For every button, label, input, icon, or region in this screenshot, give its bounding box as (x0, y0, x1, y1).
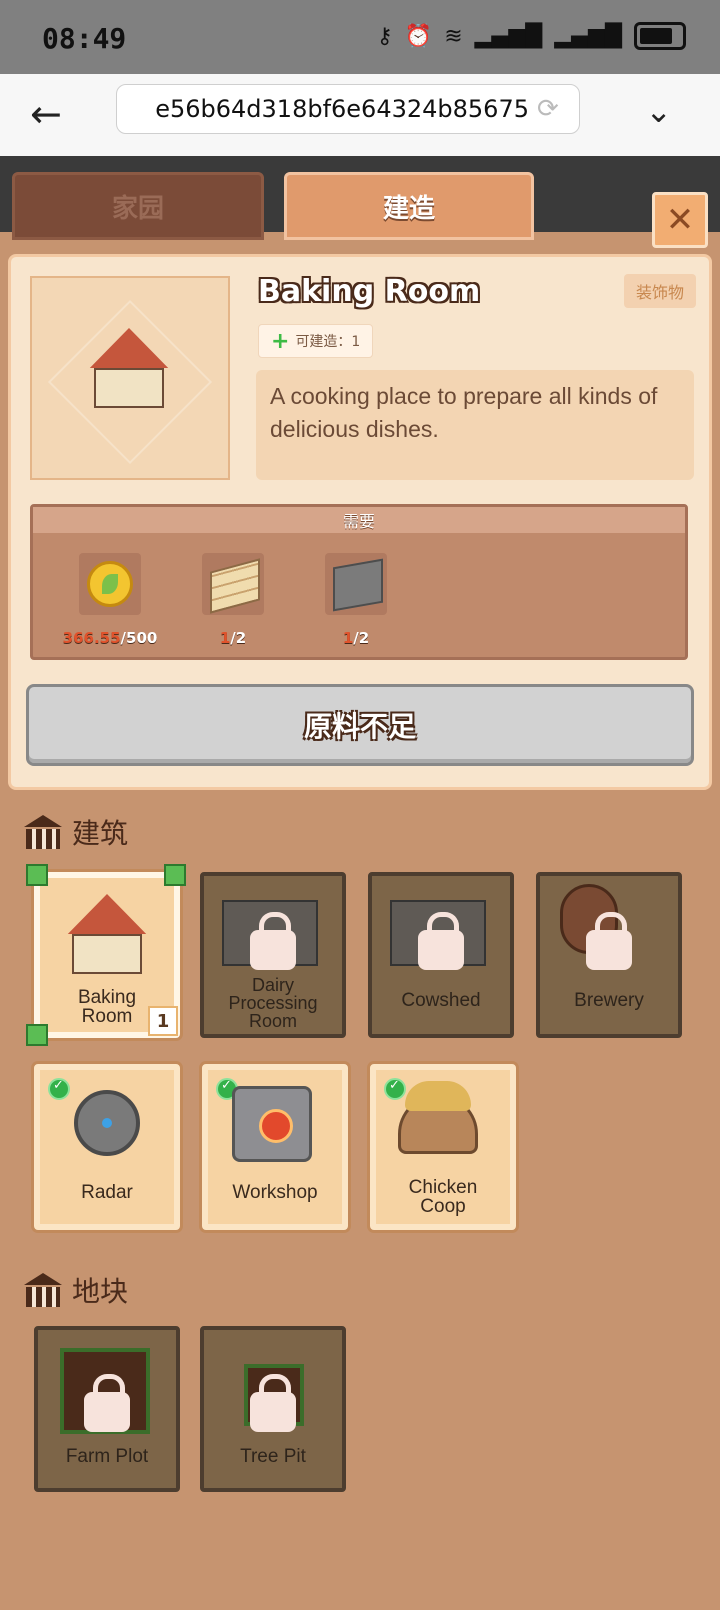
tab-homestead[interactable]: 家园 (12, 172, 264, 240)
buildable-label: 可建造：1 (295, 334, 361, 350)
resource-gold: 366.55/500 (63, 553, 157, 647)
wall-shape (94, 368, 164, 408)
status-bar: 08:49 ⚷ ⏰ ≋ ▂▄▆█ ▂▄▆█ (0, 0, 720, 74)
reload-icon[interactable]: ⟳ (537, 94, 559, 124)
plus-icon: + (271, 328, 290, 354)
owned-check-icon (384, 1078, 406, 1100)
chicken-coop-icon (398, 1081, 478, 1154)
signal-icon: ▂▄▆█ (474, 23, 543, 49)
back-arrow-icon[interactable]: ← (30, 92, 62, 136)
battery-icon (634, 22, 686, 50)
plot-section-icon (24, 1273, 62, 1307)
signal-icon-2: ▂▄▆█ (554, 23, 622, 49)
resource-wood: 1/2 (198, 553, 268, 647)
owned-check-icon (48, 1078, 70, 1100)
tile-label: Workshop (232, 1182, 318, 1203)
url-bar[interactable]: e56b64d318bf6e64324b85675 ⟳ (116, 84, 580, 134)
resource-wood-count: 1/2 (219, 629, 247, 647)
close-icon: ✕ (665, 200, 695, 240)
tile-label: Cowshed (401, 990, 481, 1011)
tile-label: Dairy Processing Room (228, 975, 318, 1031)
tile-label: Farm Plot (65, 1446, 149, 1467)
plot-tile-farm-plot[interactable]: Farm Plot (34, 1326, 180, 1492)
lock-icon (84, 1374, 130, 1432)
building-title: Baking Room (258, 274, 481, 309)
wifi-icon: ≋ (444, 23, 463, 49)
building-description: A cooking place to prepare all kinds of … (256, 370, 694, 480)
tile-label: Chicken Coop (408, 1177, 478, 1217)
tile-count-badge: 1 (148, 1006, 178, 1036)
building-section-icon (24, 815, 62, 849)
roof-shape (89, 328, 169, 368)
building-tile-workshop[interactable]: Workshop (202, 1064, 348, 1230)
chevron-down-icon[interactable]: ⌄ (645, 92, 672, 130)
lock-icon (250, 912, 296, 970)
lock-icon (250, 1374, 296, 1432)
workshop-icon (232, 1086, 312, 1162)
stone-block-icon (325, 553, 387, 615)
section-buildings-header: 建筑 (24, 812, 128, 852)
wood-planks-icon (202, 553, 264, 615)
building-tile-radar[interactable]: Radar (34, 1064, 180, 1230)
building-tile-brewery[interactable]: Brewery (536, 872, 682, 1038)
tile-label: Tree Pit (240, 1446, 306, 1467)
insufficient-materials-button[interactable]: 原料不足 (26, 684, 694, 766)
selection-corner (164, 864, 186, 886)
selection-corner (26, 864, 48, 886)
gold-coin-icon (79, 553, 141, 615)
building-tile-chicken-coop[interactable]: Chicken Coop (370, 1064, 516, 1230)
url-text[interactable]: e56b64d318bf6e64324b85675 (139, 95, 529, 123)
key-icon: ⚷ (376, 23, 393, 49)
radar-icon (74, 1090, 140, 1156)
baking-room-icon (58, 894, 156, 982)
browser-toolbar: ← e56b64d318bf6e64324b85675 ⟳ ⌄ (0, 74, 720, 157)
lock-icon (418, 912, 464, 970)
resource-gold-count: 366.55/500 (62, 629, 158, 647)
lock-icon (586, 912, 632, 970)
requirements-panel: 需要 366.55/500 1/2 1/2 (30, 504, 688, 660)
building-tile-baking-room[interactable]: Baking Room 1 (34, 872, 180, 1038)
plot-tile-tree-pit[interactable]: Tree Pit (200, 1326, 346, 1492)
alarm-icon: ⏰ (404, 23, 433, 49)
status-icons: ⚷ ⏰ ≋ ▂▄▆█ ▂▄▆█ (377, 22, 686, 50)
resource-stone-count: 1/2 (342, 629, 370, 647)
baking-room-illustration (80, 328, 178, 416)
tile-label: Radar (81, 1182, 133, 1203)
selection-corner (26, 1024, 48, 1046)
tab-build[interactable]: 建造 (284, 172, 534, 240)
building-preview (30, 276, 230, 480)
section-title: 地块 (72, 1275, 129, 1308)
building-tile-dairy-processing-room[interactable]: Dairy Processing Room (200, 872, 346, 1038)
section-plots-header: 地块 (24, 1270, 128, 1310)
resource-stone: 1/2 (321, 553, 391, 647)
buildable-count-badge: + 可建造：1 (258, 324, 374, 358)
building-tile-cowshed[interactable]: Cowshed (368, 872, 514, 1038)
close-button[interactable]: ✕ (652, 192, 708, 248)
tile-label: Brewery (574, 990, 644, 1011)
section-title: 建筑 (72, 817, 129, 850)
category-badge: 装饰物 (624, 274, 696, 308)
status-time: 08:49 (42, 22, 127, 55)
requirements-header: 需要 (33, 507, 685, 533)
